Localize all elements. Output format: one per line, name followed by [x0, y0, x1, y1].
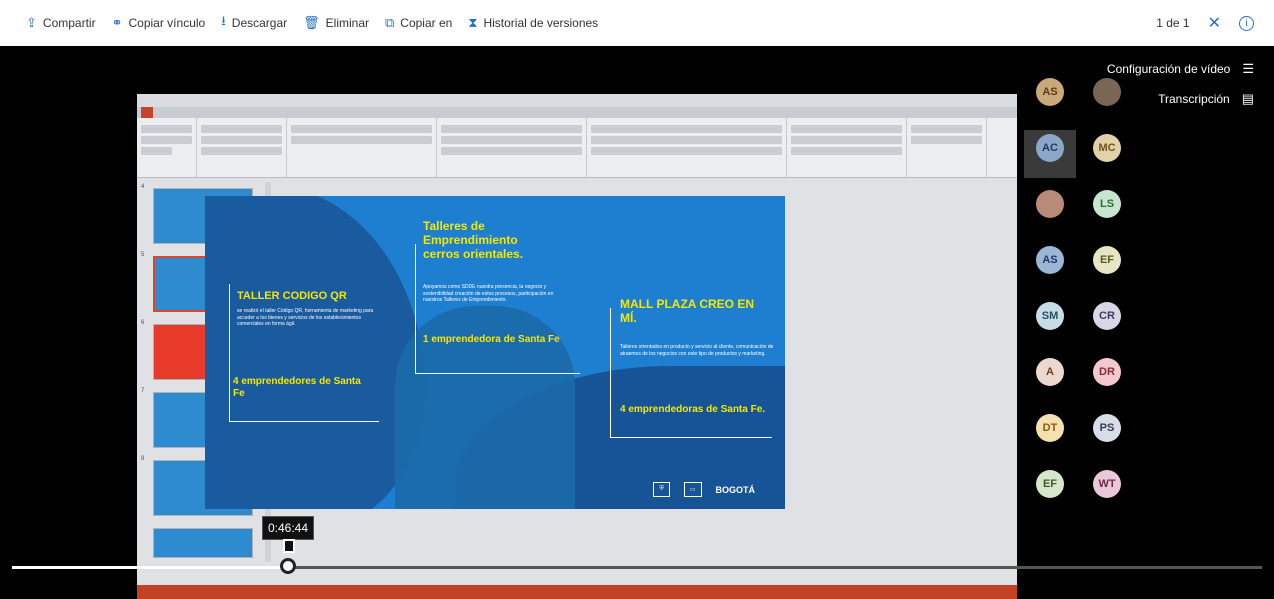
- avatar: AS: [1036, 246, 1064, 274]
- participant-tile[interactable]: PS: [1081, 410, 1133, 458]
- avatar: DT: [1036, 414, 1064, 442]
- close-icon[interactable]: ✕: [1208, 13, 1221, 33]
- copy-link-button[interactable]: ⚭ Copiar vínculo: [112, 15, 206, 31]
- delete-button[interactable]: 🗑 Eliminar: [303, 15, 369, 31]
- ppt-status-bar: [137, 585, 1017, 599]
- slide-thumbnail: [153, 528, 253, 558]
- copy-to-button[interactable]: ⧉ Copiar en: [385, 15, 452, 31]
- transcript-icon: ▤: [1241, 91, 1254, 106]
- participant-tile[interactable]: EF: [1081, 242, 1133, 290]
- avatar: MC: [1093, 134, 1121, 162]
- avatar: A: [1036, 358, 1064, 386]
- ribbon-group: [137, 118, 197, 177]
- speech-bubble: [415, 244, 580, 374]
- ribbon-group: [587, 118, 787, 177]
- avatar: PS: [1093, 414, 1121, 442]
- speech-bubble: [229, 284, 379, 422]
- video-timeline[interactable]: [12, 566, 1262, 569]
- avatar: LS: [1093, 190, 1121, 218]
- participant-tile[interactable]: DR: [1081, 354, 1133, 402]
- avatar: [1093, 78, 1121, 106]
- link-icon: ⚭: [111, 15, 123, 30]
- avatar: CR: [1093, 302, 1121, 330]
- participant-tile[interactable]: AC: [1024, 130, 1076, 178]
- participant-tile[interactable]: EF: [1024, 466, 1076, 514]
- ribbon-group: [437, 118, 587, 177]
- share-button[interactable]: ⇪ Compartir: [26, 15, 96, 31]
- presentation-slide: TALLER CODIGO QR se realizó el taller Có…: [205, 196, 785, 509]
- ppt-ribbon: [137, 118, 1017, 178]
- history-icon: ⧗: [468, 15, 478, 30]
- ribbon-group: [907, 118, 987, 177]
- participant-tile[interactable]: CR: [1081, 298, 1133, 346]
- sdde-logo: ▭: [683, 482, 702, 497]
- slide-logos: ⛨ ▭ BOGOTÁ: [653, 482, 755, 497]
- page-counter: 1 de 1: [1156, 16, 1190, 30]
- participant-tile[interactable]: DT: [1024, 410, 1076, 458]
- trash-icon: 🗑: [303, 15, 320, 30]
- download-button[interactable]: ⭳ Descargar: [221, 12, 287, 34]
- ribbon-group: [197, 118, 287, 177]
- timeline-progress: [12, 566, 289, 569]
- participant-tile[interactable]: [1081, 74, 1133, 122]
- participant-tile[interactable]: WT: [1081, 466, 1133, 514]
- avatar: DR: [1093, 358, 1121, 386]
- avatar: EF: [1036, 470, 1064, 498]
- share-icon: ⇪: [26, 15, 37, 30]
- download-icon: ⭳: [221, 13, 226, 28]
- ribbon-group: [787, 118, 907, 177]
- ribbon-group: [287, 118, 437, 177]
- ppt-title-bar: [137, 94, 1017, 107]
- ppt-file-tab: [141, 107, 153, 118]
- ppt-ribbon-tabs: [137, 107, 1017, 118]
- avatar: EF: [1093, 246, 1121, 274]
- hover-marker: [283, 539, 295, 553]
- info-icon[interactable]: i: [1239, 15, 1254, 31]
- speech-bubble: [610, 308, 772, 438]
- settings-icon: ☰: [1242, 61, 1254, 76]
- participant-tile[interactable]: [1024, 186, 1076, 234]
- participant-tile[interactable]: LS: [1081, 186, 1133, 234]
- bogota-logo: BOGOTÁ: [715, 484, 756, 495]
- participant-tile[interactable]: A: [1024, 354, 1076, 402]
- participant-tile[interactable]: AS: [1024, 242, 1076, 290]
- avatar: [1036, 190, 1064, 218]
- coat-of-arms-icon: ⛨: [653, 482, 670, 497]
- participant-tile[interactable]: AS: [1024, 74, 1076, 122]
- participant-tile[interactable]: SM: [1024, 298, 1076, 346]
- time-tooltip: 0:46:44: [262, 516, 314, 540]
- avatar: AS: [1036, 78, 1064, 106]
- participant-tile[interactable]: MC: [1081, 130, 1133, 178]
- avatar: SM: [1036, 302, 1064, 330]
- version-history-button[interactable]: ⧗ Historial de versiones: [468, 15, 598, 31]
- file-toolbar: ⇪ Compartir ⚭ Copiar vínculo ⭳ Descargar 🗑 E…: [0, 0, 1274, 46]
- toolbar-right: 1 de 1 ✕ i: [1156, 0, 1254, 46]
- copy-icon: ⧉: [385, 15, 395, 30]
- avatar: AC: [1036, 134, 1064, 162]
- avatar: WT: [1093, 470, 1121, 498]
- video-player[interactable]: Configuración de vídeo ☰ Transcripción ▤ 4…: [0, 46, 1274, 599]
